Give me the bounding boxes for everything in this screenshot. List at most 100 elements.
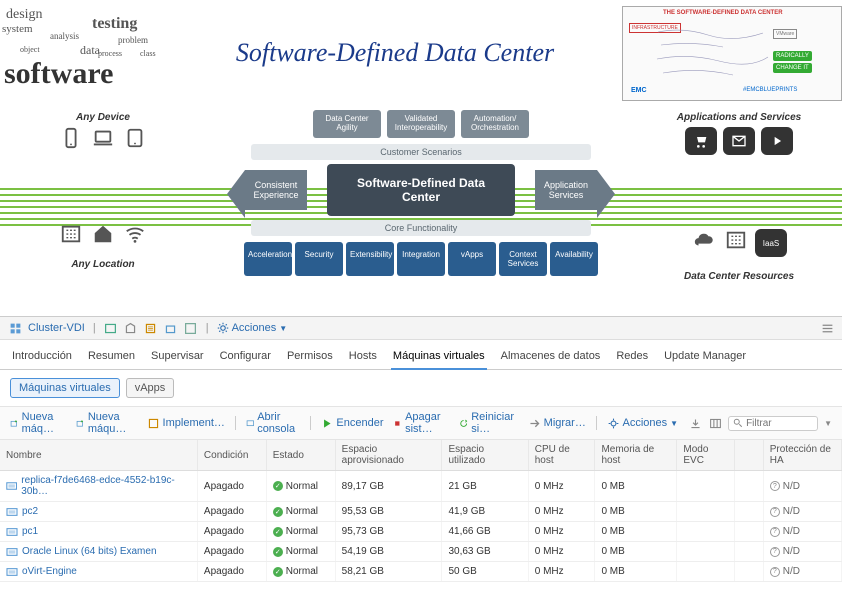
core-boxes: Acceleration Security Extensibility Inte…	[244, 242, 598, 276]
toolbar-icon-2[interactable]	[124, 321, 138, 335]
tab-summary[interactable]: Resumen	[86, 346, 137, 369]
vm-mem: 0 MB	[595, 471, 677, 502]
vm-condition: Apagado	[197, 502, 266, 522]
header-row: design system testing software data anal…	[0, 0, 842, 106]
scenario-interop: Validated Interoperability	[387, 110, 455, 138]
toolbar-icon-3[interactable]	[144, 321, 158, 335]
table-row[interactable]: pc2Apagado✓Normal95,53 GB41,9 GB0 MHz0 M…	[0, 502, 842, 522]
search-icon	[733, 418, 743, 428]
core-functionality-label: Core Functionality	[251, 220, 591, 236]
breadcrumb-cluster-name[interactable]: Cluster-VDI	[28, 322, 85, 334]
toolbar-icon-1[interactable]	[104, 321, 118, 335]
vm-name-link[interactable]: Oracle Linux (64 bits) Examen	[6, 546, 191, 557]
vm-evc	[677, 542, 735, 562]
migrate-action[interactable]: Migrar…	[528, 417, 586, 430]
vm-name-link[interactable]: replica-f7de6468-edce-4552-b19c-30b…	[6, 475, 191, 497]
poweroff-action[interactable]: Apagar sist…	[393, 411, 448, 435]
col-cpu[interactable]: CPU de host	[528, 440, 595, 471]
table-row[interactable]: replica-f7de6468-edce-4552-b19c-30b…Apag…	[0, 471, 842, 502]
export-icon[interactable]	[688, 416, 702, 430]
vm-mem: 0 MB	[595, 502, 677, 522]
phone-icon	[58, 127, 84, 149]
col-ha[interactable]: Protección de HA	[763, 440, 841, 471]
vm-mem: 0 MB	[595, 542, 677, 562]
restart-action[interactable]: Reiniciar si…	[459, 411, 518, 435]
tab-monitor[interactable]: Supervisar	[149, 346, 206, 369]
tab-introduction[interactable]: Introducción	[10, 346, 74, 369]
gear-icon	[217, 322, 229, 334]
col-mem[interactable]: Memoria de host	[595, 440, 677, 471]
tab-hosts[interactable]: Hosts	[347, 346, 379, 369]
poweron-action[interactable]: Encender	[320, 417, 383, 430]
columns-icon[interactable]	[708, 416, 722, 430]
filter-input[interactable]	[746, 418, 806, 429]
tab-configure[interactable]: Configurar	[218, 346, 273, 369]
subtab-vms[interactable]: Máquinas virtuales	[10, 378, 120, 398]
toolbar-menu-icon[interactable]	[820, 321, 834, 335]
toolbar-icon-5[interactable]	[184, 321, 198, 335]
new-vm-action-2[interactable]: Nueva máqu…	[76, 411, 136, 435]
vm-evc	[677, 522, 735, 542]
scenario-boxes: Data Center Agility Validated Interopera…	[313, 110, 529, 138]
col-spacer	[735, 440, 763, 471]
mail-app-icon	[723, 127, 755, 155]
col-used[interactable]: Espacio utilizado	[442, 440, 528, 471]
scenario-automation: Automation/ Orchestration	[461, 110, 529, 138]
diagram-center-column: Data Center Agility Validated Interopera…	[245, 110, 597, 276]
subtab-vapps[interactable]: vApps	[126, 378, 175, 398]
vm-provisioned: 95,73 GB	[335, 522, 442, 542]
vm-action-bar: Nueva máq… Nueva máqu… Implement… Abrir …	[0, 406, 842, 440]
core-vapps: vApps	[448, 242, 496, 276]
table-row[interactable]: Oracle Linux (64 bits) ExamenApagado✓Nor…	[0, 542, 842, 562]
table-row[interactable]: pc1Apagado✓Normal95,73 GB41,66 GB0 MHz0 …	[0, 522, 842, 542]
application-services-arrow: Application Services	[535, 170, 597, 211]
diagram-left-column: Any Device Any Location	[18, 112, 188, 274]
laptop-icon	[90, 127, 116, 149]
vm-name-link[interactable]: pc1	[6, 526, 191, 537]
vm-name-link[interactable]: oVirt-Engine	[6, 566, 191, 577]
tab-networks[interactable]: Redes	[614, 346, 650, 369]
core-acceleration: Acceleration	[244, 242, 292, 276]
main-tabs: Introducción Resumen Supervisar Configur…	[0, 340, 842, 370]
vm-cpu: 0 MHz	[528, 502, 595, 522]
vm-provisioned: 95,53 GB	[335, 502, 442, 522]
new-vm-action-1[interactable]: Nueva máq…	[10, 411, 66, 435]
vm-cpu: 0 MHz	[528, 471, 595, 502]
tab-update-manager[interactable]: Update Manager	[662, 346, 748, 369]
vm-name-link[interactable]: pc2	[6, 506, 191, 517]
vm-provisioned: 58,21 GB	[335, 562, 442, 582]
vm-cpu: 0 MHz	[528, 522, 595, 542]
tab-permissions[interactable]: Permisos	[285, 346, 335, 369]
breadcrumb-actions[interactable]: Acciones ▼	[217, 322, 288, 334]
vm-table-wrap: Nombre Condición Estado Espacio aprovisi…	[0, 440, 842, 582]
core-context: Context Services	[499, 242, 547, 276]
col-condition[interactable]: Condición	[197, 440, 266, 471]
col-name[interactable]: Nombre	[0, 440, 197, 471]
filter-input-wrap[interactable]	[728, 416, 818, 431]
tab-vms[interactable]: Máquinas virtuales	[391, 346, 487, 370]
open-console-action[interactable]: Abrir consola	[246, 411, 300, 435]
vm-status: ✓Normal	[273, 481, 329, 492]
col-evc[interactable]: Modo EVC	[677, 440, 735, 471]
cart-app-icon	[685, 127, 717, 155]
sketchnote-graphic: THE SOFTWARE-DEFINED DATA CENTER INFRAST…	[622, 6, 842, 101]
diagram-right-column: Applications and Services IaaS Data Cent…	[654, 112, 824, 286]
col-provisioned[interactable]: Espacio aprovisionado	[335, 440, 442, 471]
col-status[interactable]: Estado	[266, 440, 335, 471]
vm-ha: ?N/D	[770, 526, 835, 537]
sddc-main-box: Software-Defined Data Center	[327, 164, 515, 217]
table-row[interactable]: oVirt-EngineApagado✓Normal58,21 GB50 GB0…	[0, 562, 842, 582]
vm-mem: 0 MB	[595, 562, 677, 582]
deploy-action[interactable]: Implement…	[147, 417, 225, 430]
tab-datastores[interactable]: Almacenes de datos	[499, 346, 603, 369]
vm-used: 41,66 GB	[442, 522, 528, 542]
vm-ha: ?N/D	[770, 506, 835, 517]
toolbar-icon-4[interactable]	[164, 321, 178, 335]
datacenter-resources-label: Data Center Resources	[654, 271, 824, 282]
wifi-icon	[122, 223, 148, 245]
vm-evc	[677, 562, 735, 582]
core-extensibility: Extensibility	[346, 242, 394, 276]
vm-used: 41,9 GB	[442, 502, 528, 522]
more-actions[interactable]: Acciones▼	[607, 417, 679, 430]
sub-tabs: Máquinas virtuales vApps	[0, 370, 842, 406]
